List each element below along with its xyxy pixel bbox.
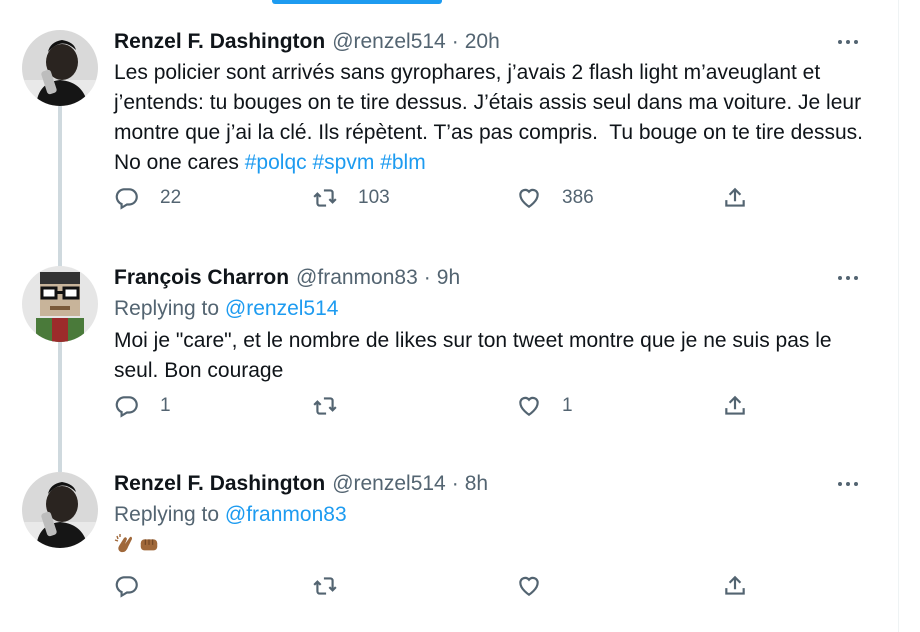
- reply-count: 1: [160, 395, 171, 416]
- thread-line: [58, 342, 62, 472]
- author-handle[interactable]: @franmon83: [296, 264, 418, 292]
- replying-to-handle[interactable]: @franmon83: [225, 503, 347, 526]
- reply-button[interactable]: [114, 573, 140, 599]
- avatar[interactable]: [22, 472, 98, 548]
- hashtag-link[interactable]: #spvm: [312, 151, 374, 174]
- retweet-button[interactable]: [312, 393, 358, 419]
- like-icon: [519, 576, 539, 596]
- timestamp[interactable]: 9h: [437, 264, 460, 292]
- share-icon: [725, 187, 745, 207]
- avatar[interactable]: [22, 266, 98, 342]
- like-count: 1: [562, 395, 573, 416]
- reply-button[interactable]: 22: [114, 185, 181, 211]
- hashtag-link[interactable]: #polqc: [245, 151, 307, 174]
- retweet-icon: [313, 189, 337, 207]
- reply-icon: [115, 188, 138, 210]
- tweet-text: Les policier sont arrivés sans gyrophare…: [114, 58, 874, 178]
- column-border: [898, 0, 899, 632]
- like-icon: [519, 396, 539, 416]
- tweet-body: Les policier sont arrivés sans gyrophare…: [114, 61, 869, 174]
- author-handle[interactable]: @renzel514: [332, 28, 446, 56]
- more-icon[interactable]: [828, 28, 868, 56]
- separator-dot: ·: [451, 472, 459, 495]
- author-handle[interactable]: @renzel514: [332, 470, 446, 498]
- reply-icon: [115, 396, 138, 418]
- fist-bump-emoji: [140, 539, 158, 551]
- share-icon: [725, 575, 745, 595]
- share-icon: [725, 395, 745, 415]
- separator-dot: ·: [451, 30, 459, 53]
- reply-icon: [115, 576, 138, 598]
- retweet-count: 103: [358, 187, 390, 208]
- like-icon: [519, 188, 539, 208]
- like-button[interactable]: [516, 573, 542, 599]
- retweet-button[interactable]: [312, 573, 338, 599]
- share-button[interactable]: [722, 393, 748, 419]
- more-icon[interactable]: [828, 470, 868, 498]
- tweet-text: Moi je "care", et le nombre de likes sur…: [114, 329, 838, 382]
- reply-count: 22: [160, 187, 182, 208]
- retweet-button[interactable]: 103: [312, 185, 390, 211]
- author-name[interactable]: François Charron: [114, 264, 289, 292]
- replying-to-handle[interactable]: @renzel514: [225, 297, 339, 320]
- author-name[interactable]: Renzel F. Dashington: [114, 470, 325, 498]
- like-count: 386: [562, 187, 594, 208]
- more-icon[interactable]: [828, 264, 868, 292]
- hashtag-link[interactable]: #blm: [380, 151, 426, 174]
- retweet-icon: [313, 577, 337, 595]
- share-button[interactable]: [722, 573, 748, 599]
- clapping-hands-emoji: [114, 534, 132, 553]
- tweet-emojis: [114, 532, 878, 556]
- author-name[interactable]: Renzel F. Dashington: [114, 28, 325, 56]
- timestamp[interactable]: 8h: [465, 470, 488, 498]
- tweet[interactable]: François Charron @franmon83 · 9h Replyin…: [0, 256, 898, 472]
- replying-to-label: Replying to: [114, 503, 225, 526]
- tweet[interactable]: Renzel F. Dashington @renzel514 · 20h Le…: [0, 20, 898, 282]
- separator-dot: ·: [423, 266, 431, 289]
- replying-to: Replying to @renzel514: [114, 294, 878, 324]
- reply-button[interactable]: 1: [114, 393, 171, 419]
- like-button[interactable]: 1: [516, 393, 573, 419]
- retweet-icon: [313, 397, 337, 415]
- like-button[interactable]: 386: [516, 185, 594, 211]
- tweet[interactable]: Renzel F. Dashington @renzel514 · 8h Rep…: [0, 462, 898, 632]
- avatar[interactable]: [22, 30, 98, 106]
- timestamp[interactable]: 20h: [465, 28, 500, 56]
- scroll-indicator: [272, 0, 442, 4]
- replying-to: Replying to @franmon83: [114, 500, 878, 530]
- share-button[interactable]: [722, 185, 748, 211]
- replying-to-label: Replying to: [114, 297, 225, 320]
